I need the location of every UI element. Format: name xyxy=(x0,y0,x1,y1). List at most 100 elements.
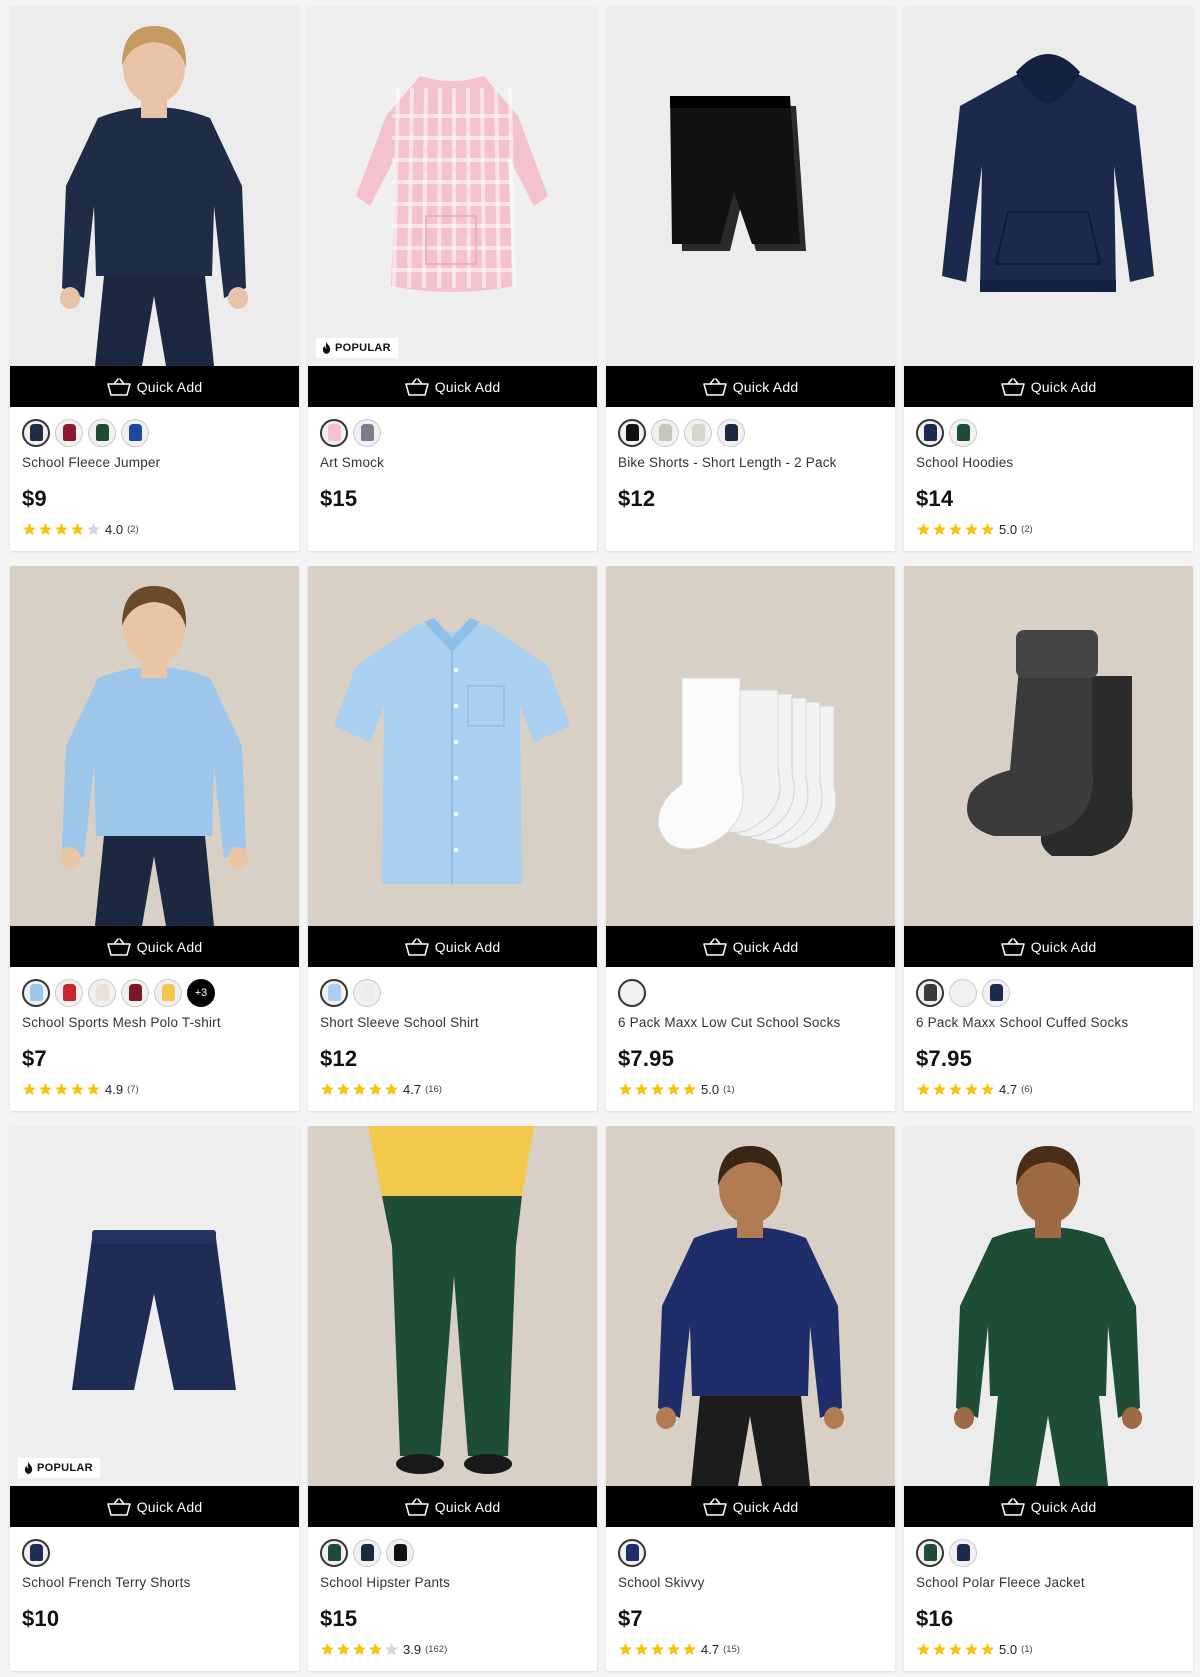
color-swatch[interactable] xyxy=(353,978,381,1007)
product-card[interactable]: POPULAR Quick Add Art Smock $15 xyxy=(308,6,597,551)
product-image[interactable] xyxy=(308,1126,597,1486)
quick-add-label: Quick Add xyxy=(434,1498,501,1515)
quick-add-button[interactable]: Quick Add xyxy=(904,926,1193,967)
product-name[interactable]: School Hipster Pants xyxy=(320,1575,585,1593)
quick-add-button[interactable]: Quick Add xyxy=(308,366,597,407)
basket-icon xyxy=(106,937,131,956)
basket-icon xyxy=(404,377,429,396)
color-swatch[interactable] xyxy=(916,1538,944,1567)
color-swatch[interactable] xyxy=(684,418,712,447)
color-swatches xyxy=(916,1538,1181,1567)
quick-add-button[interactable]: Quick Add xyxy=(606,366,895,407)
color-swatch[interactable] xyxy=(22,418,50,447)
quick-add-button[interactable]: Quick Add xyxy=(606,1486,895,1527)
product-image[interactable] xyxy=(308,566,597,926)
product-card[interactable]: Quick Add School Fleece Jumper $9 4.0 (2… xyxy=(10,6,299,551)
product-card[interactable]: Quick Add School Hoodies $14 5.0 (2) xyxy=(904,6,1193,551)
product-rating: 3.9 (162) xyxy=(320,1641,585,1657)
product-image[interactable] xyxy=(904,6,1193,366)
color-swatch[interactable] xyxy=(22,1538,50,1567)
product-image[interactable] xyxy=(606,566,895,926)
star-icon xyxy=(981,522,994,535)
color-swatch[interactable] xyxy=(353,418,381,447)
color-swatch[interactable] xyxy=(55,978,83,1007)
color-swatch[interactable] xyxy=(320,1538,348,1567)
color-swatch[interactable] xyxy=(154,978,182,1007)
color-swatch[interactable] xyxy=(353,1538,381,1567)
product-image[interactable]: POPULAR xyxy=(308,6,597,366)
product-name[interactable]: 6 Pack Maxx School Cuffed Socks xyxy=(916,1015,1181,1033)
quick-add-button[interactable]: Quick Add xyxy=(10,1486,299,1527)
color-swatch[interactable] xyxy=(121,418,149,447)
product-image[interactable] xyxy=(904,566,1193,926)
color-swatch[interactable] xyxy=(651,418,679,447)
product-card[interactable]: Quick Add Short Sleeve School Shirt $12 … xyxy=(308,566,597,1111)
color-swatch[interactable] xyxy=(618,418,646,447)
color-swatch[interactable] xyxy=(949,418,977,447)
color-swatches xyxy=(22,418,287,447)
color-swatch[interactable] xyxy=(55,418,83,447)
star-icon xyxy=(23,1082,36,1095)
color-swatches xyxy=(320,978,585,1007)
star-icon xyxy=(917,522,930,535)
product-image[interactable] xyxy=(606,1126,895,1486)
color-swatch[interactable] xyxy=(949,1538,977,1567)
quick-add-button[interactable]: Quick Add xyxy=(10,366,299,407)
product-image[interactable] xyxy=(904,1126,1193,1486)
product-name[interactable]: School Fleece Jumper xyxy=(22,455,287,473)
product-card[interactable]: Quick Add Bike Shorts - Short Length - 2… xyxy=(606,6,895,551)
product-rating: 4.7 (16) xyxy=(320,1081,585,1097)
product-card[interactable]: POPULAR Quick Add School French Terry Sh… xyxy=(10,1126,299,1671)
color-swatch[interactable] xyxy=(386,1538,414,1567)
product-card[interactable]: Quick Add School Hipster Pants $15 3.9 (… xyxy=(308,1126,597,1671)
color-swatch[interactable] xyxy=(22,978,50,1007)
review-count: (2) xyxy=(127,523,139,535)
color-swatch[interactable] xyxy=(717,418,745,447)
color-swatch[interactable] xyxy=(88,418,116,447)
quick-add-button[interactable]: Quick Add xyxy=(308,926,597,967)
product-card[interactable]: Quick Add +3 School Sports Mesh Polo T-s… xyxy=(10,566,299,1111)
product-image[interactable] xyxy=(10,6,299,366)
product-name[interactable]: Short Sleeve School Shirt xyxy=(320,1015,585,1033)
quick-add-label: Quick Add xyxy=(434,938,501,955)
star-icon xyxy=(949,1082,962,1095)
product-name[interactable]: School Skivvy xyxy=(618,1575,883,1593)
color-swatches xyxy=(320,418,585,447)
product-name[interactable]: School French Terry Shorts xyxy=(22,1575,287,1593)
product-price: $7.95 xyxy=(618,1046,675,1071)
product-name[interactable]: 6 Pack Maxx Low Cut School Socks xyxy=(618,1015,883,1033)
quick-add-button[interactable]: Quick Add xyxy=(904,1486,1193,1527)
product-card[interactable]: Quick Add 6 Pack Maxx Low Cut School Soc… xyxy=(606,566,895,1111)
product-image[interactable]: POPULAR xyxy=(10,1126,299,1486)
rating-value: 4.7 xyxy=(999,1081,1018,1097)
quick-add-button[interactable]: Quick Add xyxy=(10,926,299,967)
color-swatch[interactable] xyxy=(320,418,348,447)
quick-add-button[interactable]: Quick Add xyxy=(308,1486,597,1527)
quick-add-button[interactable]: Quick Add xyxy=(904,366,1193,407)
color-swatch[interactable] xyxy=(916,418,944,447)
product-image[interactable] xyxy=(606,6,895,366)
product-card[interactable]: Quick Add School Skivvy $7 4.7 (15) xyxy=(606,1126,895,1671)
product-name[interactable]: Bike Shorts - Short Length - 2 Pack xyxy=(618,455,883,473)
product-name[interactable]: Art Smock xyxy=(320,455,585,473)
color-swatch[interactable] xyxy=(949,978,977,1007)
more-colors-button[interactable]: +3 xyxy=(187,978,215,1007)
color-swatch[interactable] xyxy=(618,1538,646,1567)
color-swatch[interactable] xyxy=(320,978,348,1007)
color-swatch[interactable] xyxy=(121,978,149,1007)
product-name[interactable]: School Sports Mesh Polo T-shirt xyxy=(22,1015,287,1033)
product-name[interactable]: School Hoodies xyxy=(916,455,1181,473)
popular-badge: POPULAR xyxy=(316,338,398,358)
star-icon xyxy=(71,522,84,535)
quick-add-button[interactable]: Quick Add xyxy=(606,926,895,967)
review-count: (162) xyxy=(425,1643,448,1655)
product-card[interactable]: Quick Add 6 Pack Maxx School Cuffed Sock… xyxy=(904,566,1193,1111)
color-swatch[interactable] xyxy=(618,978,646,1007)
color-swatch[interactable] xyxy=(88,978,116,1007)
color-swatch[interactable] xyxy=(916,978,944,1007)
color-swatch[interactable] xyxy=(982,978,1010,1007)
product-image[interactable] xyxy=(10,566,299,926)
product-card[interactable]: Quick Add School Polar Fleece Jacket $16… xyxy=(904,1126,1193,1671)
product-name[interactable]: School Polar Fleece Jacket xyxy=(916,1575,1181,1593)
review-count: (7) xyxy=(127,1083,139,1095)
